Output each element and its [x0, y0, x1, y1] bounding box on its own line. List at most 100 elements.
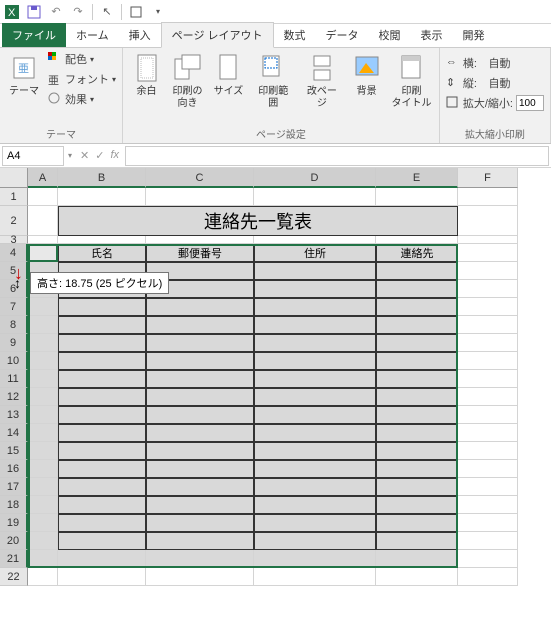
- table-cell[interactable]: [58, 424, 146, 442]
- row-header[interactable]: 7: [0, 298, 28, 316]
- effects-button[interactable]: 効果▾: [46, 90, 118, 108]
- table-cell[interactable]: [146, 334, 254, 352]
- colors-button[interactable]: 配色▾: [46, 50, 118, 68]
- table-cell[interactable]: [376, 478, 458, 496]
- height-row[interactable]: ⇕縦: 自動: [444, 74, 546, 92]
- table-cell[interactable]: [376, 442, 458, 460]
- row-header[interactable]: 20: [0, 532, 28, 550]
- table-cell[interactable]: [146, 424, 254, 442]
- print-preview-icon[interactable]: [128, 4, 144, 20]
- width-row[interactable]: ⇔横: 自動: [444, 54, 546, 72]
- save-icon[interactable]: [26, 4, 42, 20]
- table-cell[interactable]: [254, 352, 376, 370]
- margins-button[interactable]: 余白: [127, 50, 166, 100]
- select-all-corner[interactable]: [0, 168, 28, 188]
- namebox-dropdown-icon[interactable]: ▾: [66, 151, 74, 160]
- table-cell[interactable]: [254, 316, 376, 334]
- themes-button[interactable]: 亜 テーマ: [4, 50, 44, 100]
- table-cell[interactable]: [58, 514, 146, 532]
- row-header[interactable]: 21: [0, 550, 28, 568]
- tab-pagelayout[interactable]: ページ レイアウト: [161, 22, 274, 48]
- table-cell[interactable]: [58, 334, 146, 352]
- table-cell[interactable]: [254, 406, 376, 424]
- table-cell[interactable]: [146, 442, 254, 460]
- tab-developer[interactable]: 開発: [453, 23, 495, 47]
- table-cell[interactable]: [58, 496, 146, 514]
- table-cell[interactable]: [58, 532, 146, 550]
- table-cell[interactable]: [376, 352, 458, 370]
- table-cell[interactable]: [254, 262, 376, 280]
- row-header[interactable]: 1: [0, 188, 28, 206]
- table-cell[interactable]: [146, 514, 254, 532]
- row-header[interactable]: 17: [0, 478, 28, 496]
- cells-area[interactable]: 連絡先一覧表氏名郵便番号住所連絡先: [28, 188, 518, 586]
- table-cell[interactable]: [376, 334, 458, 352]
- row-header[interactable]: 19: [0, 514, 28, 532]
- row-header[interactable]: 18: [0, 496, 28, 514]
- col-header[interactable]: E: [376, 168, 458, 188]
- row-header[interactable]: 4: [0, 244, 28, 262]
- table-cell[interactable]: [58, 298, 146, 316]
- table-cell[interactable]: [376, 298, 458, 316]
- tab-insert[interactable]: 挿入: [119, 23, 161, 47]
- table-cell[interactable]: [58, 370, 146, 388]
- tab-view[interactable]: 表示: [411, 23, 453, 47]
- breaks-button[interactable]: 改ページ: [299, 50, 346, 112]
- table-cell[interactable]: [146, 460, 254, 478]
- row-header[interactable]: 8: [0, 316, 28, 334]
- table-cell[interactable]: [58, 352, 146, 370]
- table-cell[interactable]: [58, 316, 146, 334]
- table-cell[interactable]: [254, 370, 376, 388]
- table-cell[interactable]: [146, 352, 254, 370]
- table-cell[interactable]: [58, 388, 146, 406]
- name-box[interactable]: [2, 146, 64, 166]
- table-cell[interactable]: [376, 424, 458, 442]
- cursor-icon[interactable]: ↖: [99, 4, 115, 20]
- row-header[interactable]: 22: [0, 568, 28, 586]
- row-header[interactable]: 9: [0, 334, 28, 352]
- undo-icon[interactable]: ↶: [48, 4, 64, 20]
- table-cell[interactable]: [254, 334, 376, 352]
- col-header[interactable]: F: [458, 168, 518, 188]
- table-cell[interactable]: [254, 442, 376, 460]
- redo-icon[interactable]: ↷: [70, 4, 86, 20]
- tab-data[interactable]: データ: [316, 23, 369, 47]
- enter-icon[interactable]: ✓: [95, 149, 104, 162]
- row-header[interactable]: 10: [0, 352, 28, 370]
- table-cell[interactable]: [376, 496, 458, 514]
- col-header[interactable]: A: [28, 168, 58, 188]
- row-header[interactable]: 15: [0, 442, 28, 460]
- table-cell[interactable]: [254, 460, 376, 478]
- table-cell[interactable]: [58, 406, 146, 424]
- printtitles-button[interactable]: 印刷 タイトル: [388, 50, 435, 112]
- col-header[interactable]: D: [254, 168, 376, 188]
- table-cell[interactable]: [376, 388, 458, 406]
- scale-input[interactable]: [516, 95, 544, 111]
- table-cell[interactable]: [146, 532, 254, 550]
- table-cell[interactable]: [146, 298, 254, 316]
- background-button[interactable]: 背景: [347, 50, 386, 100]
- fx-icon[interactable]: fx: [110, 149, 119, 162]
- row-header[interactable]: 3: [0, 236, 28, 244]
- table-cell[interactable]: [254, 532, 376, 550]
- table-cell[interactable]: [146, 496, 254, 514]
- dropdown-icon[interactable]: ▾: [150, 4, 166, 20]
- tab-file[interactable]: ファイル: [2, 23, 66, 47]
- table-cell[interactable]: [376, 460, 458, 478]
- row-header[interactable]: 16: [0, 460, 28, 478]
- table-cell[interactable]: [146, 388, 254, 406]
- size-button[interactable]: サイズ: [209, 50, 248, 100]
- table-cell[interactable]: [146, 478, 254, 496]
- tab-home[interactable]: ホーム: [66, 23, 119, 47]
- fonts-button[interactable]: 亜フォント▾: [46, 70, 118, 88]
- table-cell[interactable]: [376, 406, 458, 424]
- table-cell[interactable]: [146, 316, 254, 334]
- table-cell[interactable]: [376, 280, 458, 298]
- table-cell[interactable]: [254, 280, 376, 298]
- table-cell[interactable]: [58, 460, 146, 478]
- table-cell[interactable]: [254, 388, 376, 406]
- row-header[interactable]: 11: [0, 370, 28, 388]
- col-header[interactable]: B: [58, 168, 146, 188]
- table-cell[interactable]: [146, 406, 254, 424]
- cancel-icon[interactable]: ✕: [80, 149, 89, 162]
